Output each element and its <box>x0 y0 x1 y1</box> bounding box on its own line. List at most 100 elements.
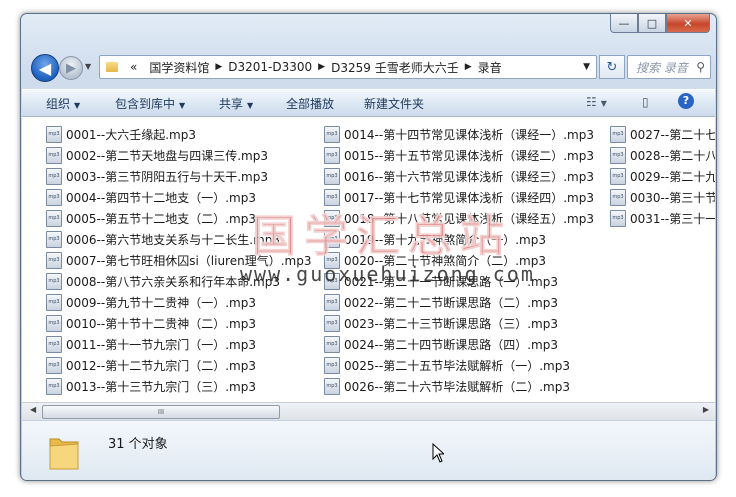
file-item[interactable]: mp3 0001--大六壬缘起.mp3 <box>46 124 196 144</box>
file-item[interactable]: mp3 0003--第三节阴阳五行与十天干.mp3 <box>46 166 268 186</box>
file-item[interactable]: mp3 0015--第十五节常见课体浅析（课经二）.mp3 <box>324 145 594 165</box>
organize-menu[interactable]: 组织 ▼ <box>46 95 80 112</box>
file-name: 0010--第十节十二贵神（二）.mp3 <box>66 316 256 331</box>
search-input[interactable]: 搜索 录音 ⚲ <box>627 55 711 79</box>
file-item[interactable]: mp3 0004--第四节十二地支（一）.mp3 <box>46 187 256 207</box>
views-icon: ☷ <box>586 95 597 109</box>
breadcrumb-separator-icon[interactable]: ▶ <box>318 62 325 72</box>
change-view-button[interactable]: ☷ ▼ <box>586 95 607 109</box>
folder-large-icon <box>49 438 79 470</box>
file-item[interactable]: mp3 0023--第二十三节断课思路（三）.mp3 <box>324 313 558 333</box>
file-item[interactable]: mp3 0011--第十一节九宗门（一）.mp3 <box>46 334 256 354</box>
organize-label: 组织 <box>46 97 71 111</box>
breadcrumb-item[interactable]: 国学资料馆 <box>149 59 209 76</box>
breadcrumb-separator-icon[interactable]: ▶ <box>465 62 472 72</box>
file-item[interactable]: mp3 0014--第十四节常见课体浅析（课经一）.mp3 <box>324 124 594 144</box>
mp3-file-icon: mp3 <box>610 146 626 164</box>
address-bar[interactable]: « 国学资料馆 ▶ D3201-D3300 ▶ D3259 壬雪老师大六壬 ▶ … <box>99 55 597 79</box>
file-item[interactable]: mp3 0022--第二十二节断课思路（二）.mp3 <box>324 292 558 312</box>
help-button[interactable]: ? <box>678 93 694 109</box>
file-name: 0022--第二十二节断课思路（二）.mp3 <box>344 295 558 310</box>
breadcrumb-separator-icon[interactable]: ▶ <box>215 62 222 72</box>
file-item[interactable]: mp3 0029--第二十九 <box>610 166 715 186</box>
file-item[interactable]: mp3 0005--第五节十二地支（二）.mp3 <box>46 208 256 228</box>
mp3-file-icon: mp3 <box>324 125 340 143</box>
file-name: 0030--第三十节 <box>630 190 715 205</box>
file-item[interactable]: mp3 0009--第九节十二贵神（一）.mp3 <box>46 292 256 312</box>
forward-button[interactable]: ▶ <box>59 56 83 80</box>
breadcrumb-item[interactable]: D3201-D3300 <box>228 60 312 74</box>
file-name: 0007--第七节旺相休囚si（liuren理气）.mp3 <box>66 253 312 268</box>
file-item[interactable]: mp3 0020--第二十节神煞简介（二）.mp3 <box>324 250 546 270</box>
file-item[interactable]: mp3 0002--第二节天地盘与四课三传.mp3 <box>46 145 268 165</box>
breadcrumb-item[interactable]: D3259 壬雪老师大六壬 <box>331 59 459 76</box>
file-item[interactable]: mp3 0019--第十九节神煞简介（一）.mp3 <box>324 229 546 249</box>
mp3-file-icon: mp3 <box>46 335 62 353</box>
file-item[interactable]: mp3 0017--第十七节常见课体浅析（课经四）.mp3 <box>324 187 594 207</box>
mp3-file-icon: mp3 <box>324 167 340 185</box>
preview-pane-button[interactable]: ▯ <box>642 95 649 109</box>
chevron-down-icon: ▼ <box>74 101 81 110</box>
back-arrow-icon: ◀ <box>38 58 52 78</box>
file-name: 0002--第二节天地盘与四课三传.mp3 <box>66 148 268 163</box>
mp3-file-icon: mp3 <box>324 314 340 332</box>
address-dropdown-icon[interactable]: ▼ <box>583 62 590 72</box>
search-placeholder: 搜索 录音 <box>636 60 688 75</box>
help-icon: ? <box>682 94 690 107</box>
scroll-right-icon[interactable]: ▶ <box>703 405 709 414</box>
file-item[interactable]: mp3 0028--第二十八 <box>610 145 715 165</box>
file-name: 0023--第二十三节断课思路（三）.mp3 <box>344 316 558 331</box>
minimize-button[interactable]: — <box>610 14 638 33</box>
breadcrumb-overflow[interactable]: « <box>130 60 137 74</box>
file-item[interactable]: mp3 0006--第六节地支关系与十二长生.mp3 <box>46 229 280 249</box>
mp3-file-icon: mp3 <box>46 272 62 290</box>
file-item[interactable]: mp3 0018--第十八节常见课体浅析（课经五）.mp3 <box>324 208 594 228</box>
file-item[interactable]: mp3 0027--第二十七 <box>610 124 715 144</box>
file-item[interactable]: mp3 0010--第十节十二贵神（二）.mp3 <box>46 313 256 333</box>
maximize-button[interactable]: □ <box>638 14 666 33</box>
mp3-file-icon: mp3 <box>46 377 62 395</box>
file-item[interactable]: mp3 0012--第十二节九宗门（二）.mp3 <box>46 355 256 375</box>
file-name: 0006--第六节地支关系与十二长生.mp3 <box>66 232 280 247</box>
refresh-icon: ↻ <box>606 59 618 75</box>
file-name: 0004--第四节十二地支（一）.mp3 <box>66 190 256 205</box>
file-item[interactable]: mp3 0021--第二十一节断课思路（一）.mp3 <box>324 271 558 291</box>
horizontal-scrollbar[interactable]: ◀ III ▶ <box>22 402 715 420</box>
search-icon[interactable]: ⚲ <box>696 60 705 74</box>
chevron-down-icon: ▼ <box>247 101 254 110</box>
close-button[interactable]: ✕ <box>666 14 710 33</box>
breadcrumb-item[interactable]: 录音 <box>478 59 502 76</box>
play-all-button[interactable]: 全部播放 <box>286 95 334 112</box>
file-item[interactable]: mp3 0008--第八节六亲关系和行年本命.mp3 <box>46 271 280 291</box>
mp3-file-icon: mp3 <box>324 209 340 227</box>
command-bar: 组织 ▼ 包含到库中 ▼ 共享 ▼ 全部播放 新建文件夹 ☷ ▼ ▯ ? <box>22 89 715 117</box>
include-in-library-menu[interactable]: 包含到库中 ▼ <box>115 95 185 112</box>
file-item[interactable]: mp3 0024--第二十四节断课思路（四）.mp3 <box>324 334 558 354</box>
file-name: 0018--第十八节常见课体浅析（课经五）.mp3 <box>344 211 594 226</box>
include-in-library-label: 包含到库中 <box>115 97 176 111</box>
file-item[interactable]: mp3 0013--第十三节九宗门（三）.mp3 <box>46 376 256 396</box>
file-name: 0031--第三十一 <box>630 211 715 226</box>
file-item[interactable]: mp3 0026--第二十六节毕法赋解析（二）.mp3 <box>324 376 570 396</box>
mp3-file-icon: mp3 <box>610 125 626 143</box>
new-folder-button[interactable]: 新建文件夹 <box>364 95 424 112</box>
mp3-file-icon: mp3 <box>324 272 340 290</box>
file-item[interactable]: mp3 0025--第二十五节毕法赋解析（一）.mp3 <box>324 355 570 375</box>
share-menu[interactable]: 共享 ▼ <box>219 95 253 112</box>
file-name: 0017--第十七节常见课体浅析（课经四）.mp3 <box>344 190 594 205</box>
recent-pages-dropdown[interactable]: ▼ <box>85 62 91 71</box>
refresh-button[interactable]: ↻ <box>599 55 625 79</box>
mp3-file-icon: mp3 <box>610 188 626 206</box>
scroll-left-icon[interactable]: ◀ <box>30 405 36 414</box>
file-item[interactable]: mp3 0031--第三十一 <box>610 208 715 228</box>
scrollbar-thumb[interactable]: III <box>42 405 280 419</box>
file-item[interactable]: mp3 0030--第三十节 <box>610 187 715 207</box>
back-button[interactable]: ◀ <box>31 54 59 82</box>
file-name: 0001--大六壬缘起.mp3 <box>66 127 196 142</box>
mp3-file-icon: mp3 <box>610 167 626 185</box>
file-item[interactable]: mp3 0007--第七节旺相休囚si（liuren理气）.mp3 <box>46 250 311 270</box>
file-list: mp3 0001--大六壬缘起.mp3 mp3 0002--第二节天地盘与四课三传.m… <box>22 117 715 402</box>
file-name: 0019--第十九节神煞简介（一）.mp3 <box>344 232 546 247</box>
file-item[interactable]: mp3 0016--第十六节常见课体浅析（课经三）.mp3 <box>324 166 594 186</box>
mp3-file-icon: mp3 <box>46 356 62 374</box>
